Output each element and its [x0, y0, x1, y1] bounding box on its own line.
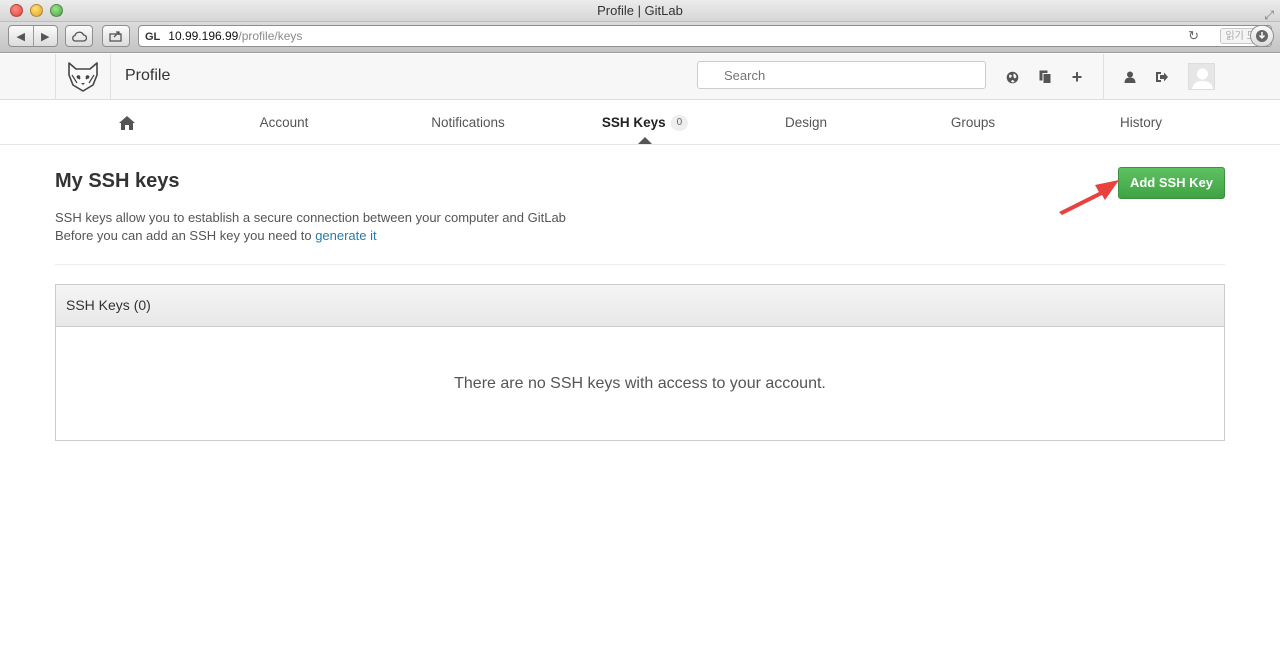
active-tab-caret [638, 137, 652, 144]
minimize-window-button[interactable] [30, 4, 43, 17]
avatar[interactable] [1188, 63, 1215, 90]
back-forward-buttons: ◀ ▶ [8, 25, 58, 47]
tab-design[interactable]: Design [785, 100, 827, 145]
tab-groups[interactable]: Groups [951, 100, 995, 145]
page-title: My SSH keys [55, 170, 180, 192]
window-titlebar: Profile | GitLab ⤢ [0, 0, 1280, 22]
zoom-window-button[interactable] [50, 4, 63, 17]
sign-out-icon[interactable] [1152, 67, 1172, 87]
url-path: /profile/keys [238, 29, 303, 43]
generate-hint-text: Before you can add an SSH key you need t… [55, 228, 312, 243]
reload-icon[interactable]: ↻ [1188, 26, 1199, 46]
browser-toolbar: ◀ ▶ GL 10.99.196.99/profile/keys ↻ 읽기 도구 [0, 22, 1280, 53]
search-input[interactable] [697, 61, 986, 89]
share-icon [109, 31, 122, 42]
divider [55, 264, 1225, 265]
default-avatar-icon [1192, 68, 1213, 89]
annotation-arrow-icon [1059, 180, 1119, 215]
back-button[interactable]: ◀ [9, 30, 33, 43]
header-divider [1103, 54, 1104, 100]
ssh-keys-count-badge: 0 [670, 115, 689, 132]
forward-button[interactable]: ▶ [34, 30, 58, 43]
app-header: Profile + [0, 54, 1280, 100]
site-favicon: GL [145, 31, 161, 43]
ssh-generate-hint: Before you can add an SSH key you need t… [55, 228, 377, 243]
user-icon[interactable] [1120, 67, 1140, 87]
share-button[interactable] [102, 25, 130, 47]
tab-ssh-keys-label: SSH Keys [601, 115, 666, 130]
gitlab-logo-link[interactable] [55, 54, 111, 100]
gitlab-logo-icon [68, 62, 98, 92]
empty-state-message: There are no SSH keys with access to you… [454, 375, 826, 392]
globe-icon[interactable] [1002, 67, 1022, 87]
plus-icon[interactable]: + [1067, 67, 1087, 87]
page-title-header: Profile [125, 67, 171, 84]
url-host: 10.99.196.99 [168, 29, 239, 43]
cloud-icon [72, 31, 87, 42]
ssh-keys-panel: SSH Keys (0) There are no SSH keys with … [55, 284, 1225, 441]
ssh-description: SSH keys allow you to establish a secure… [55, 210, 566, 225]
home-icon [119, 116, 135, 131]
tab-notifications[interactable]: Notifications [431, 100, 505, 145]
icloud-tabs-button[interactable] [65, 25, 93, 47]
panel-title: SSH Keys (0) [56, 285, 1224, 327]
window-title: Profile | GitLab [597, 3, 683, 18]
tab-account[interactable]: Account [260, 100, 309, 145]
add-ssh-key-button[interactable]: Add SSH Key [1118, 167, 1225, 199]
close-window-button[interactable] [10, 4, 23, 17]
tab-home[interactable] [118, 100, 136, 145]
tab-history[interactable]: History [1120, 100, 1162, 145]
copy-icon[interactable] [1035, 67, 1055, 87]
download-icon [1256, 30, 1268, 42]
downloads-button[interactable] [1250, 25, 1274, 47]
address-bar[interactable]: GL 10.99.196.99/profile/keys ↻ 읽기 도구 [138, 25, 1272, 47]
generate-it-link[interactable]: generate it [315, 228, 376, 243]
